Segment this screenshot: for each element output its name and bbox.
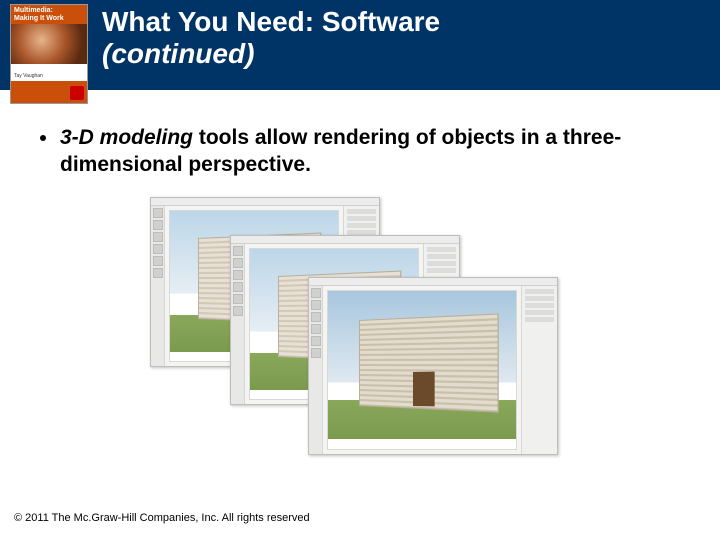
window-menubar (309, 278, 557, 286)
window-menubar (151, 198, 379, 206)
panel-row (427, 261, 456, 266)
tool-button-icon (233, 294, 243, 304)
tool-button-icon (153, 244, 163, 254)
slide-header: Multimedia: Making It Work Tay Vaughan W… (0, 0, 720, 90)
bullet-icon (40, 135, 46, 141)
book-cover-title: Multimedia: Making It Work (11, 5, 87, 24)
panel-row (427, 247, 456, 252)
panel-row (427, 254, 456, 259)
tool-button-icon (311, 288, 321, 298)
panel-row (347, 209, 376, 214)
tool-palette (309, 286, 323, 454)
tool-button-icon (311, 348, 321, 358)
slide-content: 3-D modeling tools allow rendering of ob… (0, 90, 720, 457)
tool-button-icon (153, 208, 163, 218)
title-block: What You Need: Software (continued) (88, 0, 450, 70)
tool-button-icon (311, 312, 321, 322)
tool-button-icon (153, 256, 163, 266)
panel-row (525, 303, 554, 308)
panel-row (427, 268, 456, 273)
tool-palette (151, 206, 165, 366)
bullet-emphasis: 3-D modeling (60, 126, 193, 149)
properties-panel (521, 286, 557, 454)
tool-button-icon (311, 336, 321, 346)
book-author: Tay Vaughan (14, 73, 43, 79)
slide-title: What You Need: Software (102, 6, 440, 38)
publisher-badge-icon (70, 86, 84, 100)
tool-button-icon (153, 220, 163, 230)
tool-button-icon (233, 246, 243, 256)
bullet-text: 3-D modeling tools allow rendering of ob… (60, 124, 680, 179)
tool-palette (231, 244, 245, 404)
figure-cascaded-windows (150, 197, 570, 457)
tool-button-icon (233, 282, 243, 292)
book-cover-art (11, 24, 87, 64)
tool-button-icon (233, 258, 243, 268)
book-cover-thumbnail: Multimedia: Making It Work Tay Vaughan (10, 4, 88, 104)
panel-row (525, 310, 554, 315)
tool-button-icon (233, 270, 243, 280)
tool-button-icon (311, 324, 321, 334)
book-subtitle-text: Making It Work (14, 15, 64, 22)
tool-button-icon (153, 232, 163, 242)
window-menubar (231, 236, 459, 244)
tool-button-icon (233, 306, 243, 316)
bullet-item: 3-D modeling tools allow rendering of ob… (40, 124, 680, 179)
tool-button-icon (153, 268, 163, 278)
panel-row (525, 296, 554, 301)
copyright-footer: © 2011 The Mc.Graw-Hill Companies, Inc. … (14, 512, 310, 524)
tool-button-icon (311, 300, 321, 310)
slide-subtitle: (continued) (102, 38, 440, 70)
modeling-window-3 (308, 277, 558, 455)
panel-row (525, 317, 554, 322)
panel-row (525, 289, 554, 294)
scene-door (413, 371, 435, 405)
viewport-canvas (327, 290, 517, 450)
book-series-text: Multimedia: (14, 7, 53, 14)
panel-row (347, 216, 376, 221)
panel-row (347, 223, 376, 228)
scene-building (343, 310, 501, 440)
